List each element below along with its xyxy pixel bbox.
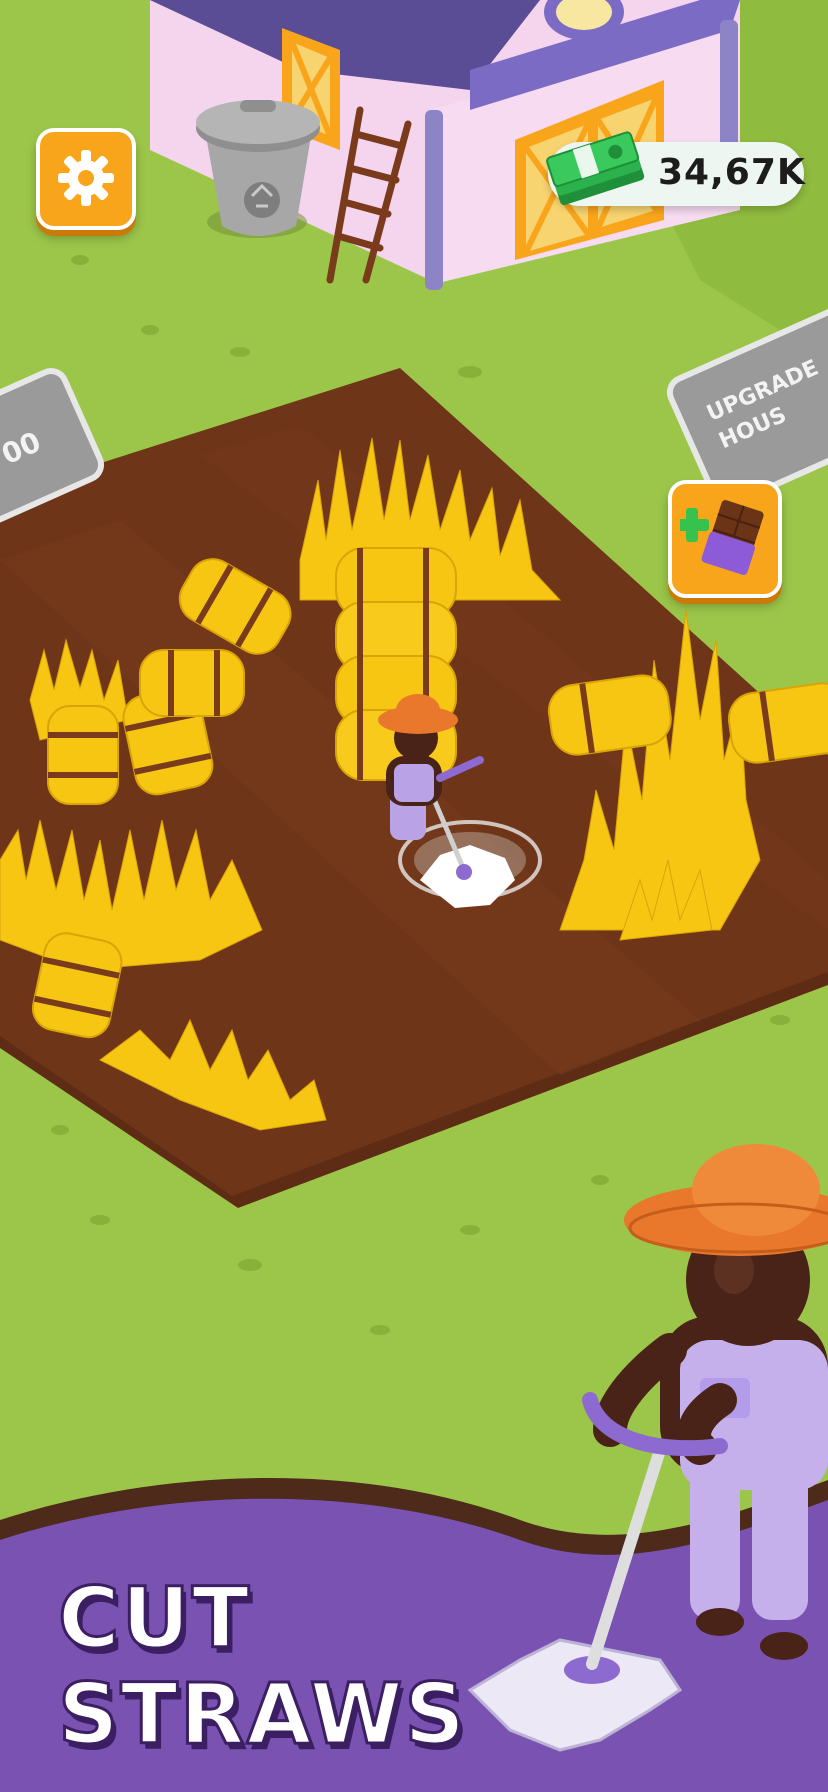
plus-chocolate-icon — [680, 500, 764, 576]
game-scene — [0, 0, 828, 1792]
cash-stack-icon — [546, 131, 645, 206]
price-sign-label: 00 — [0, 425, 46, 472]
chocolate-booster-button[interactable] — [668, 480, 782, 598]
settings-button[interactable] — [36, 128, 136, 230]
cash-amount: 34,67K — [658, 152, 806, 193]
promo-title: CUT STRAWS — [57, 1569, 467, 1764]
promo-title-line2: STRAWS — [57, 1665, 467, 1764]
recycle-bin-icon[interactable] — [196, 100, 320, 238]
promo-title-line1: CUT — [57, 1569, 252, 1668]
gear-icon — [58, 150, 114, 206]
cash-counter: 34,67K — [546, 131, 806, 206]
upgrade-sign-label: UPGRADE HOUS — [703, 355, 823, 455]
